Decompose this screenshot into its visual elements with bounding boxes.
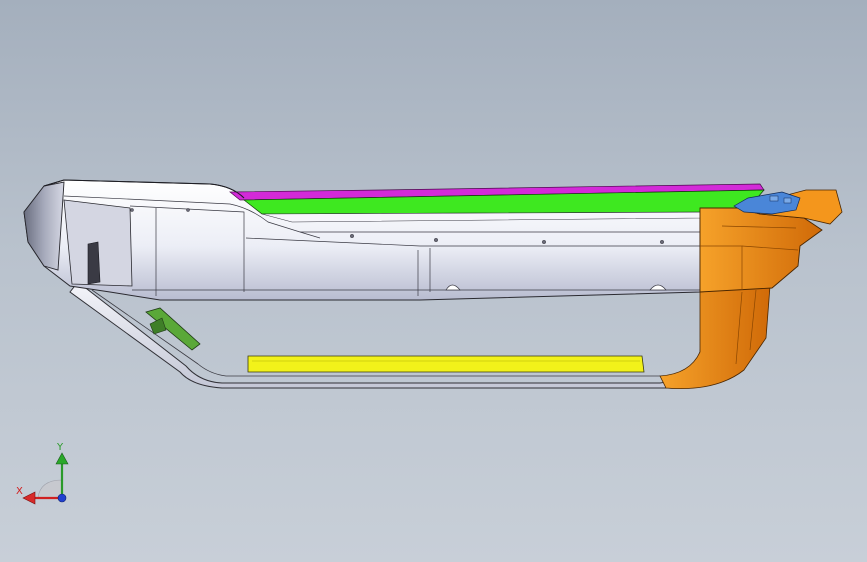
end-cap-orange[interactable] [699,207,823,293]
x-axis-label: X [16,486,23,497]
y-axis-label: Y [57,442,64,453]
left-port[interactable] [87,241,101,285]
cad-model[interactable] [0,0,867,562]
z-axis-dot-icon [57,493,67,503]
graphics-viewport[interactable]: X Y [0,0,867,562]
triad-graphic [22,452,69,505]
end-cap-orange-leg[interactable] [659,285,771,389]
x-axis-arrow-icon [22,491,36,505]
coordinate-triad[interactable]: X Y [10,440,80,510]
triad-plane-shade [37,479,63,499]
left-end-dark[interactable] [23,181,65,271]
rail-yellow[interactable] [247,355,645,373]
y-axis-arrow-icon [55,452,69,465]
